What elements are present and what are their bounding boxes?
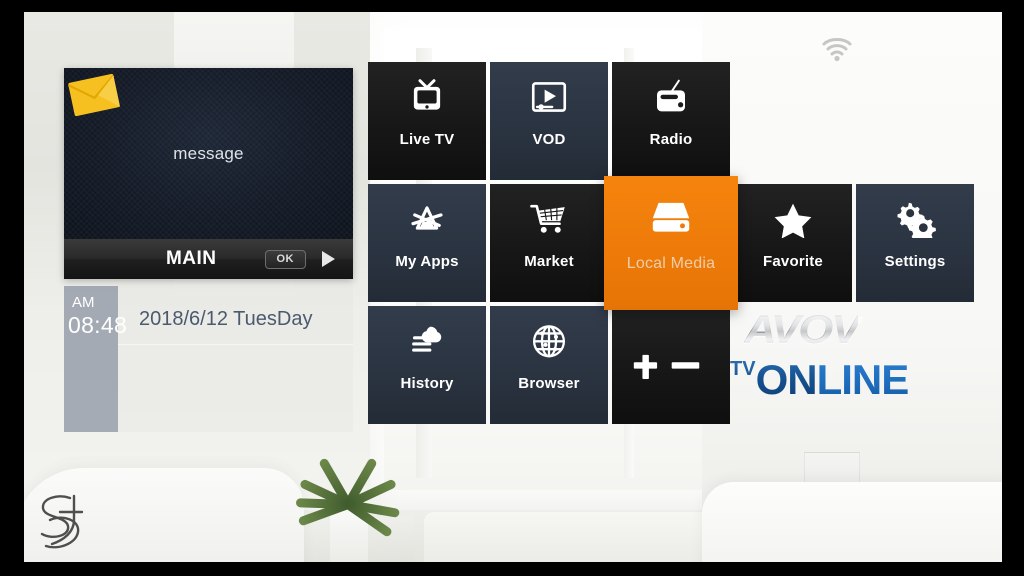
tile-label-vod: VOD xyxy=(532,131,566,148)
tile-history[interactable]: History xyxy=(368,306,486,424)
tile-label-settings: Settings xyxy=(884,253,946,270)
tile-label-market: Market xyxy=(524,253,574,270)
tile-market[interactable]: Market xyxy=(490,184,608,302)
tv-screen: message MAIN OK AM 08:48 2018/6/12 TuesD… xyxy=(0,0,1024,576)
logo-line-text: LINE xyxy=(816,356,910,403)
clock-ampm: AM xyxy=(72,294,95,311)
radio-icon xyxy=(612,62,730,132)
tile-label-browser: Browser xyxy=(518,375,580,392)
globe-icon xyxy=(490,306,608,376)
message-widget[interactable]: message MAIN OK xyxy=(64,68,353,279)
gears-icon xyxy=(856,184,974,254)
star-icon xyxy=(734,184,852,254)
plus-minus-icon xyxy=(612,306,730,424)
logo-tv-text: TV xyxy=(730,358,756,380)
tile-favorite[interactable]: Favorite xyxy=(734,184,852,302)
harddrive-icon xyxy=(604,176,738,256)
clock-date-widget[interactable]: AM 08:48 2018/6/12 TuesDay xyxy=(64,286,353,432)
tile-add-remove[interactable] xyxy=(612,306,730,424)
video-play-icon xyxy=(490,62,608,132)
message-body-text: message xyxy=(173,144,244,163)
cloud-lines-icon xyxy=(368,306,486,376)
clock-divider xyxy=(118,344,353,345)
tile-label-history: History xyxy=(400,375,454,392)
tile-my-apps[interactable]: My Apps xyxy=(368,184,486,302)
tile-label-favorite: Favorite xyxy=(763,253,823,270)
app-tile-grid: Live TV VOD Radio My Apps Market Local M… xyxy=(368,62,974,424)
clock-date: 2018/6/12 TuesDay xyxy=(139,308,313,330)
wifi-icon xyxy=(822,38,852,62)
launcher-stage: message MAIN OK AM 08:48 2018/6/12 TuesD… xyxy=(24,12,1002,562)
tile-vod[interactable]: VOD xyxy=(490,62,608,180)
cart-icon xyxy=(490,184,608,254)
tile-live-tv[interactable]: Live TV xyxy=(368,62,486,180)
tile-local-media[interactable]: Local Media xyxy=(604,176,738,310)
ok-button[interactable]: OK xyxy=(264,249,306,269)
background-sofa-right xyxy=(702,482,1002,562)
tile-label-radio: Radio xyxy=(649,131,693,148)
message-bottom-bar: MAIN OK xyxy=(64,239,353,279)
background-plant xyxy=(295,452,406,562)
tile-settings[interactable]: Settings xyxy=(856,184,974,302)
clock-time: 08:48 xyxy=(68,312,128,338)
tile-label-my-apps: My Apps xyxy=(395,253,459,270)
tile-label-local-media: Local Media xyxy=(626,255,716,272)
message-bar-title: MAIN xyxy=(165,248,217,269)
watermark-monogram-icon xyxy=(40,494,84,549)
logo-on-text: ON xyxy=(755,356,818,403)
avov-logo: AVOV TV ON LINE xyxy=(730,308,930,420)
tile-browser[interactable]: Browser xyxy=(490,306,608,424)
appstore-icon xyxy=(368,184,486,254)
logo-tvonline: TV ON LINE xyxy=(730,356,910,404)
tile-radio[interactable]: Radio xyxy=(612,62,730,180)
tile-label-live-tv: Live TV xyxy=(399,131,455,148)
play-arrow-icon[interactable] xyxy=(322,251,335,267)
tv-icon xyxy=(368,62,486,132)
logo-brand-text: AVOV xyxy=(744,308,861,352)
